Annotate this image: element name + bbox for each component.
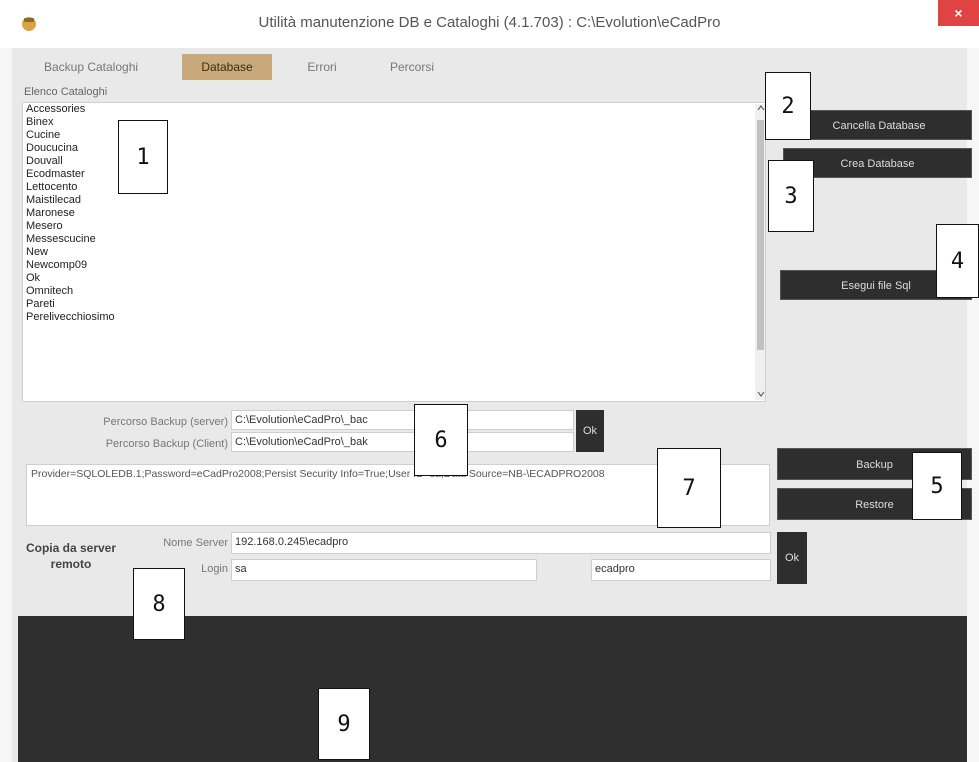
callout-5: 5	[912, 452, 962, 520]
tab-errori[interactable]: Errori	[292, 54, 352, 80]
callout-6: 6	[414, 404, 468, 476]
catalog-list-label: Elenco Cataloghi	[24, 86, 108, 98]
list-item[interactable]: Newcomp09	[23, 259, 765, 272]
callout-3: 3	[768, 160, 814, 232]
callout-2: 2	[765, 72, 811, 140]
tab-database[interactable]: Database	[182, 54, 272, 80]
scrollbar-thumb[interactable]	[757, 120, 764, 350]
backup-path-client-field[interactable]: C:\Evolution\eCadPro\_bak	[231, 432, 574, 452]
list-item[interactable]: Pareti	[23, 298, 765, 311]
cancella-database-button[interactable]: Cancella Database	[786, 110, 972, 140]
scroll-up-icon[interactable]	[757, 104, 765, 112]
list-item[interactable]: Messescucine	[23, 233, 765, 246]
backup-path-client-label: Percorso Backup (Client)	[105, 438, 228, 450]
password-field[interactable]: ecadpro	[591, 559, 771, 581]
window-title: Utilità manutenzione DB e Cataloghi (4.1…	[258, 14, 721, 31]
list-item[interactable]: New	[23, 246, 765, 259]
server-name-label: Nome Server	[163, 537, 228, 549]
backup-path-server-field[interactable]: C:\Evolution\eCadPro\_bac	[231, 410, 574, 430]
callout-9: 9	[318, 688, 370, 760]
paths-ok-button[interactable]: Ok	[576, 410, 604, 452]
window-frame-left	[0, 48, 12, 762]
list-item[interactable]: Accessories	[23, 103, 765, 116]
tab-backup-cataloghi[interactable]: Backup Cataloghi	[26, 54, 156, 80]
callout-4: 4	[936, 224, 979, 298]
server-name-field[interactable]: 192.168.0.245\ecadpro	[231, 532, 771, 554]
callout-7: 7	[657, 448, 721, 528]
list-item[interactable]: Mesero	[23, 220, 765, 233]
list-item[interactable]: Maistilecad	[23, 194, 765, 207]
list-item[interactable]: Ok	[23, 272, 765, 285]
copy-remote-server-label: Copia da server remoto	[25, 541, 117, 571]
login-field[interactable]: sa	[231, 559, 537, 581]
list-item[interactable]: Maronese	[23, 207, 765, 220]
tab-percorsi[interactable]: Percorsi	[372, 54, 452, 80]
list-item[interactable]: Omnitech	[23, 285, 765, 298]
callout-1: 1	[118, 120, 168, 194]
list-item[interactable]: Perelivecchiosimo	[23, 311, 765, 324]
close-button[interactable]: ×	[938, 0, 979, 26]
callout-8: 8	[133, 568, 185, 640]
scroll-down-icon[interactable]	[757, 390, 765, 398]
remote-ok-button[interactable]: Ok	[777, 532, 807, 584]
backup-path-server-label: Percorso Backup (server)	[103, 416, 228, 428]
